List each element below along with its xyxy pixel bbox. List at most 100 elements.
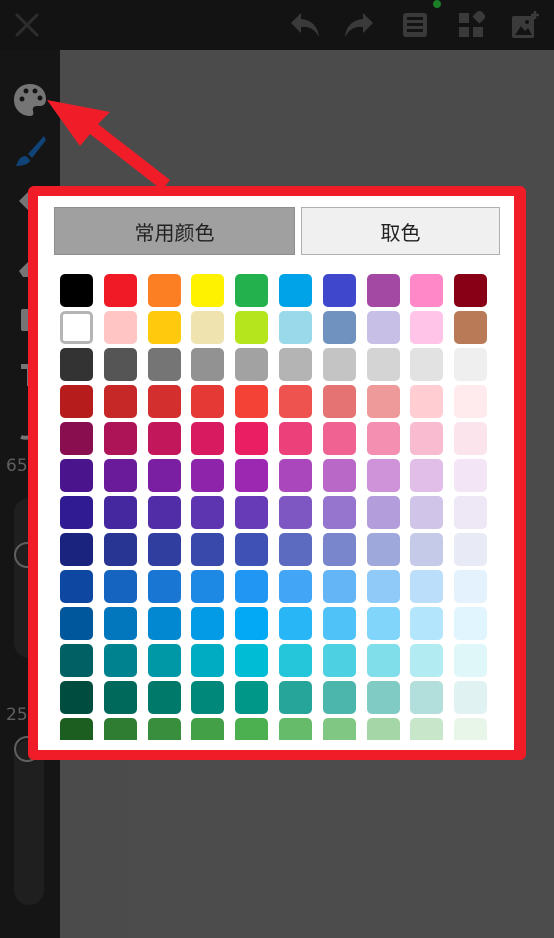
color-swatch[interactable] [366, 570, 400, 603]
color-swatch[interactable] [147, 385, 181, 418]
color-swatch[interactable] [410, 274, 444, 307]
color-swatch[interactable] [103, 274, 137, 307]
color-swatch[interactable] [366, 348, 400, 381]
color-swatch[interactable] [410, 607, 444, 640]
color-swatch[interactable] [454, 459, 488, 492]
color-swatch[interactable] [147, 422, 181, 455]
color-swatch[interactable] [147, 607, 181, 640]
color-swatch[interactable] [322, 311, 356, 344]
color-swatch[interactable] [103, 348, 137, 381]
color-swatch[interactable] [191, 459, 225, 492]
color-swatch[interactable] [366, 459, 400, 492]
color-swatch[interactable] [278, 644, 312, 677]
color-swatch[interactable] [60, 422, 93, 455]
color-swatch[interactable] [103, 681, 137, 714]
color-swatch[interactable] [278, 311, 312, 344]
tab-pick-color[interactable]: 取色 [301, 207, 500, 255]
color-swatch[interactable] [103, 718, 137, 740]
color-swatch[interactable] [278, 718, 312, 740]
color-swatch[interactable] [322, 459, 356, 492]
color-swatch[interactable] [454, 607, 488, 640]
color-swatch[interactable] [322, 570, 356, 603]
add-image-button[interactable] [506, 6, 544, 44]
color-swatch[interactable] [322, 348, 356, 381]
color-swatch[interactable] [60, 385, 93, 418]
color-swatch[interactable] [103, 607, 137, 640]
color-swatch[interactable] [191, 681, 225, 714]
color-swatch[interactable] [322, 718, 356, 740]
color-swatch[interactable] [147, 570, 181, 603]
color-swatch[interactable] [60, 607, 93, 640]
color-swatch[interactable] [191, 348, 225, 381]
color-swatch[interactable] [410, 496, 444, 529]
color-swatch[interactable] [454, 311, 488, 344]
color-swatch[interactable] [103, 533, 137, 566]
color-swatch[interactable] [366, 718, 400, 740]
color-swatch[interactable] [366, 385, 400, 418]
color-swatch[interactable] [235, 422, 269, 455]
color-swatch[interactable] [366, 496, 400, 529]
color-swatch[interactable] [191, 311, 225, 344]
color-swatch[interactable] [147, 644, 181, 677]
color-swatch[interactable] [147, 718, 181, 740]
color-swatch[interactable] [278, 607, 312, 640]
color-swatch[interactable] [278, 274, 312, 307]
color-swatch[interactable] [278, 681, 312, 714]
color-swatch[interactable] [454, 533, 488, 566]
color-swatch[interactable] [235, 570, 269, 603]
color-swatch[interactable] [60, 644, 93, 677]
color-swatch[interactable] [454, 644, 488, 677]
color-swatch[interactable] [60, 681, 93, 714]
color-swatch[interactable] [60, 459, 93, 492]
color-swatch[interactable] [147, 348, 181, 381]
color-swatch[interactable] [147, 311, 181, 344]
color-swatch[interactable] [60, 348, 93, 381]
color-swatch[interactable] [366, 607, 400, 640]
save-button[interactable] [396, 6, 434, 44]
color-swatch[interactable] [410, 459, 444, 492]
color-swatch[interactable] [278, 385, 312, 418]
color-swatch[interactable] [322, 496, 356, 529]
color-swatch[interactable] [410, 570, 444, 603]
color-swatch[interactable] [322, 274, 356, 307]
color-swatch[interactable] [60, 496, 93, 529]
color-swatch[interactable] [191, 533, 225, 566]
color-swatch[interactable] [147, 533, 181, 566]
redo-button[interactable] [340, 6, 378, 44]
color-swatch[interactable] [103, 385, 137, 418]
color-swatch[interactable] [103, 644, 137, 677]
color-swatch[interactable] [235, 348, 269, 381]
color-swatch[interactable] [278, 533, 312, 566]
close-button[interactable] [6, 4, 48, 46]
color-swatch[interactable] [322, 533, 356, 566]
color-swatch[interactable] [191, 385, 225, 418]
color-swatch[interactable] [235, 274, 269, 307]
color-swatch[interactable] [322, 422, 356, 455]
color-swatch[interactable] [410, 311, 444, 344]
color-swatch[interactable] [235, 496, 269, 529]
color-swatch[interactable] [366, 681, 400, 714]
color-swatch[interactable] [410, 718, 444, 740]
color-swatch[interactable] [235, 681, 269, 714]
palette-button[interactable] [8, 80, 52, 120]
color-swatch[interactable] [60, 533, 93, 566]
color-swatch[interactable] [191, 644, 225, 677]
color-swatch[interactable] [103, 570, 137, 603]
color-swatch[interactable] [454, 570, 488, 603]
color-swatch[interactable] [410, 533, 444, 566]
color-swatch[interactable] [278, 570, 312, 603]
color-swatch[interactable] [235, 385, 269, 418]
color-swatch[interactable] [454, 496, 488, 529]
color-swatch[interactable] [278, 496, 312, 529]
color-swatch[interactable] [191, 570, 225, 603]
color-swatch[interactable] [60, 274, 93, 307]
color-swatch[interactable] [235, 533, 269, 566]
color-swatch[interactable] [366, 311, 400, 344]
color-swatch[interactable] [60, 718, 93, 740]
color-swatch[interactable] [147, 274, 181, 307]
color-swatch[interactable] [60, 311, 93, 344]
color-swatch[interactable] [410, 422, 444, 455]
undo-button[interactable] [286, 6, 324, 44]
color-swatch[interactable] [103, 496, 137, 529]
color-swatch[interactable] [191, 718, 225, 740]
